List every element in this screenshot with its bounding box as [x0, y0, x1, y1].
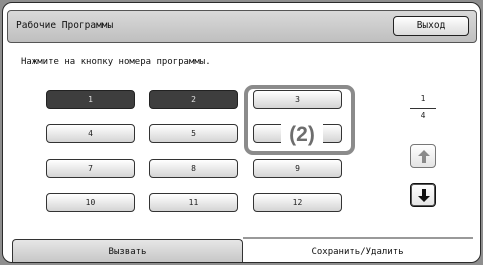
tab-bar: Вызвать Сохранить/Удалить [12, 239, 472, 262]
page-current: 1 [420, 94, 426, 103]
program-button-4[interactable]: 4 [46, 124, 135, 143]
program-button-5[interactable]: 5 [149, 124, 238, 143]
page-total: 4 [420, 111, 426, 120]
scroll-up-button[interactable] [410, 144, 436, 168]
tab-save-delete[interactable]: Сохранить/Удалить [243, 239, 472, 262]
arrow-down-icon [418, 189, 430, 202]
program-button-9[interactable]: 9 [253, 159, 342, 178]
program-button-1[interactable]: 1 [46, 90, 135, 109]
program-button-11[interactable]: 11 [149, 193, 238, 212]
program-button-7[interactable]: 7 [46, 159, 135, 178]
step-callout-label: (2) [281, 121, 323, 149]
program-button-12[interactable]: 12 [253, 193, 342, 212]
tab-divider [243, 237, 473, 239]
arrow-up-icon [418, 150, 430, 163]
program-button-8[interactable]: 8 [149, 159, 238, 178]
window-title: Рабочие Программы [16, 20, 114, 31]
program-panel: Рабочие Программы Выход Нажмите на кнопк… [2, 2, 481, 263]
page-divider [410, 108, 436, 109]
title-bar: Рабочие Программы Выход [7, 10, 477, 43]
instruction-text: Нажмите на кнопку номера программы. [21, 57, 211, 67]
tab-recall[interactable]: Вызвать [12, 239, 243, 262]
program-button-10[interactable]: 10 [46, 193, 135, 212]
exit-button[interactable]: Выход [393, 16, 469, 36]
program-button-2[interactable]: 2 [149, 90, 238, 109]
scroll-down-button[interactable] [410, 183, 436, 207]
